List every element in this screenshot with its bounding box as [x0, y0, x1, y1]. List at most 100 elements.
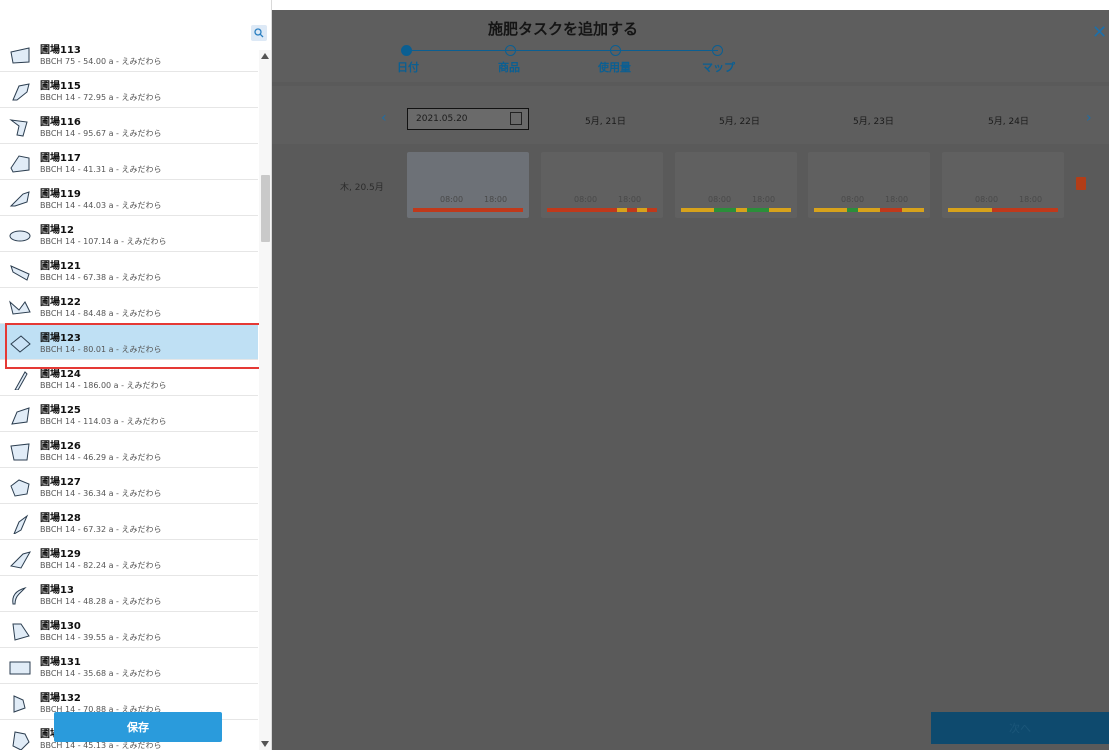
field-meta: BBCH 14 - 35.68 a - えみだわら [40, 669, 162, 678]
field-shape-icon [10, 47, 30, 64]
field-name: 圃場119 [40, 189, 81, 200]
list-item[interactable]: 圃場117 BBCH 14 - 41.31 a - えみだわら [0, 144, 258, 180]
list-item[interactable]: 圃場128 BBCH 14 - 67.32 a - えみだわら [0, 504, 258, 540]
step-label-map[interactable]: マップ [702, 59, 735, 75]
field-meta: BBCH 14 - 107.14 a - えみだわら [40, 237, 167, 246]
prev-day-icon[interactable]: ‹ [381, 110, 387, 126]
field-name: 圃場113 [40, 45, 81, 56]
field-shape-icon [9, 300, 31, 315]
field-shape-icon [10, 155, 30, 173]
field-shape-icon [9, 119, 28, 137]
field-meta: BBCH 75 - 54.00 a - えみだわら [40, 57, 162, 66]
step-dot-map[interactable] [712, 45, 723, 56]
step-dot-amount[interactable] [610, 45, 621, 56]
trash-icon[interactable] [1076, 177, 1086, 190]
field-meta: BBCH 14 - 41.31 a - えみだわら [40, 165, 162, 174]
time-slot[interactable]: 08:00 18:00 [541, 152, 663, 218]
field-shape-icon [10, 479, 30, 497]
field-name: 圃場127 [40, 477, 81, 488]
list-item[interactable]: 圃場130 BBCH 14 - 39.55 a - えみだわら [0, 612, 258, 648]
day-header: 5月, 23日 [853, 117, 894, 127]
date-row [272, 86, 1109, 144]
step-label-date[interactable]: 日付 [397, 59, 419, 75]
list-item[interactable]: 圃場113 BBCH 75 - 54.00 a - えみだわら [0, 36, 258, 72]
step-dot-product[interactable] [505, 45, 516, 56]
scrollbar-thumb[interactable] [261, 175, 270, 242]
weather-bar [814, 208, 924, 212]
field-meta: BBCH 14 - 67.38 a - えみだわら [40, 273, 162, 282]
slot-start-time: 08:00 [708, 195, 732, 204]
date-input[interactable]: 2021.05.20 [407, 108, 529, 130]
list-item[interactable]: 圃場127 BBCH 14 - 36.34 a - えみだわら [0, 468, 258, 504]
date-input-value: 2021.05.20 [416, 114, 468, 124]
field-meta: BBCH 14 - 114.03 a - えみだわら [40, 417, 167, 426]
field-meta: BBCH 14 - 80.01 a - えみだわら [40, 345, 162, 354]
list-item[interactable]: 圃場12 BBCH 14 - 107.14 a - えみだわら [0, 216, 258, 252]
scrollbar-track[interactable] [259, 50, 271, 750]
field-list-panel: 圃場113 BBCH 75 - 54.00 a - えみだわら 圃場115 BBCH … [0, 0, 272, 750]
field-name: 圃場130 [40, 621, 81, 632]
row-label: 木, 20.5月 [340, 183, 384, 193]
field-name: 圃場128 [40, 513, 81, 524]
field-meta: BBCH 14 - 84.48 a - えみだわら [40, 309, 162, 318]
field-name: 圃場123 [40, 333, 81, 344]
app-root: { "sidebar": { "items": [ {"title": "圃場1… [0, 0, 1109, 750]
list-item[interactable]: 圃場126 BBCH 14 - 46.29 a - えみだわら [0, 432, 258, 468]
field-list: 圃場113 BBCH 75 - 54.00 a - えみだわら 圃場115 BBCH … [0, 36, 258, 750]
list-item[interactable]: 圃場123 BBCH 14 - 80.01 a - えみだわら [0, 324, 258, 360]
step-label-amount[interactable]: 使用量 [598, 59, 631, 75]
field-shape-icon [9, 230, 31, 242]
time-slot[interactable]: 08:00 18:00 [808, 152, 930, 218]
field-name: 圃場126 [40, 441, 81, 452]
field-meta: BBCH 14 - 67.32 a - えみだわら [40, 525, 162, 534]
weather-bar [413, 208, 523, 212]
field-name: 圃場116 [40, 117, 81, 128]
list-item[interactable]: 圃場131 BBCH 14 - 35.68 a - えみだわら [0, 648, 258, 684]
list-item[interactable]: 圃場116 BBCH 14 - 95.67 a - えみだわら [0, 108, 258, 144]
field-shape-icon [13, 695, 26, 713]
close-icon[interactable]: ✕ [1092, 22, 1107, 43]
day-header: 5月, 22日 [719, 117, 760, 127]
next-button[interactable]: 次へ [931, 712, 1109, 744]
field-name: 圃場131 [40, 657, 81, 668]
list-item[interactable]: 圃場13 BBCH 14 - 48.28 a - えみだわら [0, 576, 258, 612]
weather-bar [681, 208, 791, 212]
slot-start-time: 08:00 [440, 195, 464, 204]
slot-end-time: 18:00 [484, 195, 508, 204]
step-dot-date[interactable] [401, 45, 412, 56]
field-meta: BBCH 14 - 48.28 a - えみだわら [40, 597, 162, 606]
field-name: 圃場13 [40, 585, 74, 596]
modal-title: 施肥タスクを追加する [487, 20, 638, 38]
slot-end-time: 18:00 [752, 195, 776, 204]
slot-start-time: 08:00 [975, 195, 999, 204]
field-shape-icon [10, 443, 30, 461]
next-day-icon[interactable]: › [1086, 110, 1092, 126]
scroll-up-icon[interactable] [261, 53, 269, 59]
step-label-product[interactable]: 商品 [498, 59, 520, 75]
time-slot[interactable]: 08:00 18:00 [675, 152, 797, 218]
list-item[interactable]: 圃場124 BBCH 14 - 186.00 a - えみだわら [0, 360, 258, 396]
list-item[interactable]: 圃場125 BBCH 14 - 114.03 a - えみだわら [0, 396, 258, 432]
field-shape-icon [12, 83, 30, 101]
field-meta: BBCH 14 - 44.03 a - えみだわら [40, 201, 162, 210]
time-slot[interactable]: 08:00 18:00 [942, 152, 1064, 218]
field-name: 圃場117 [40, 153, 81, 164]
list-item[interactable]: 圃場119 BBCH 14 - 44.03 a - えみだわら [0, 180, 258, 216]
field-name: 圃場129 [40, 549, 81, 560]
time-slot[interactable]: 08:00 18:00 [407, 152, 529, 218]
save-button[interactable]: 保存 [54, 712, 222, 742]
list-item[interactable]: 圃場115 BBCH 14 - 72.95 a - えみだわら [0, 72, 258, 108]
field-shape-icon [9, 191, 30, 207]
field-name: 圃場121 [40, 261, 81, 272]
calendar-icon[interactable] [510, 112, 522, 125]
list-item[interactable]: 圃場122 BBCH 14 - 84.48 a - えみだわら [0, 288, 258, 324]
field-shape-icon [11, 407, 30, 425]
list-item[interactable]: 圃場121 BBCH 14 - 67.38 a - えみだわら [0, 252, 258, 288]
top-strip [272, 0, 1109, 10]
scroll-down-icon[interactable] [261, 741, 269, 747]
slot-end-time: 18:00 [1019, 195, 1043, 204]
field-name: 圃場115 [40, 81, 81, 92]
list-item[interactable]: 圃場129 BBCH 14 - 82.24 a - えみだわら [0, 540, 258, 576]
field-shape-icon [13, 514, 29, 534]
field-shape-icon [9, 661, 31, 675]
